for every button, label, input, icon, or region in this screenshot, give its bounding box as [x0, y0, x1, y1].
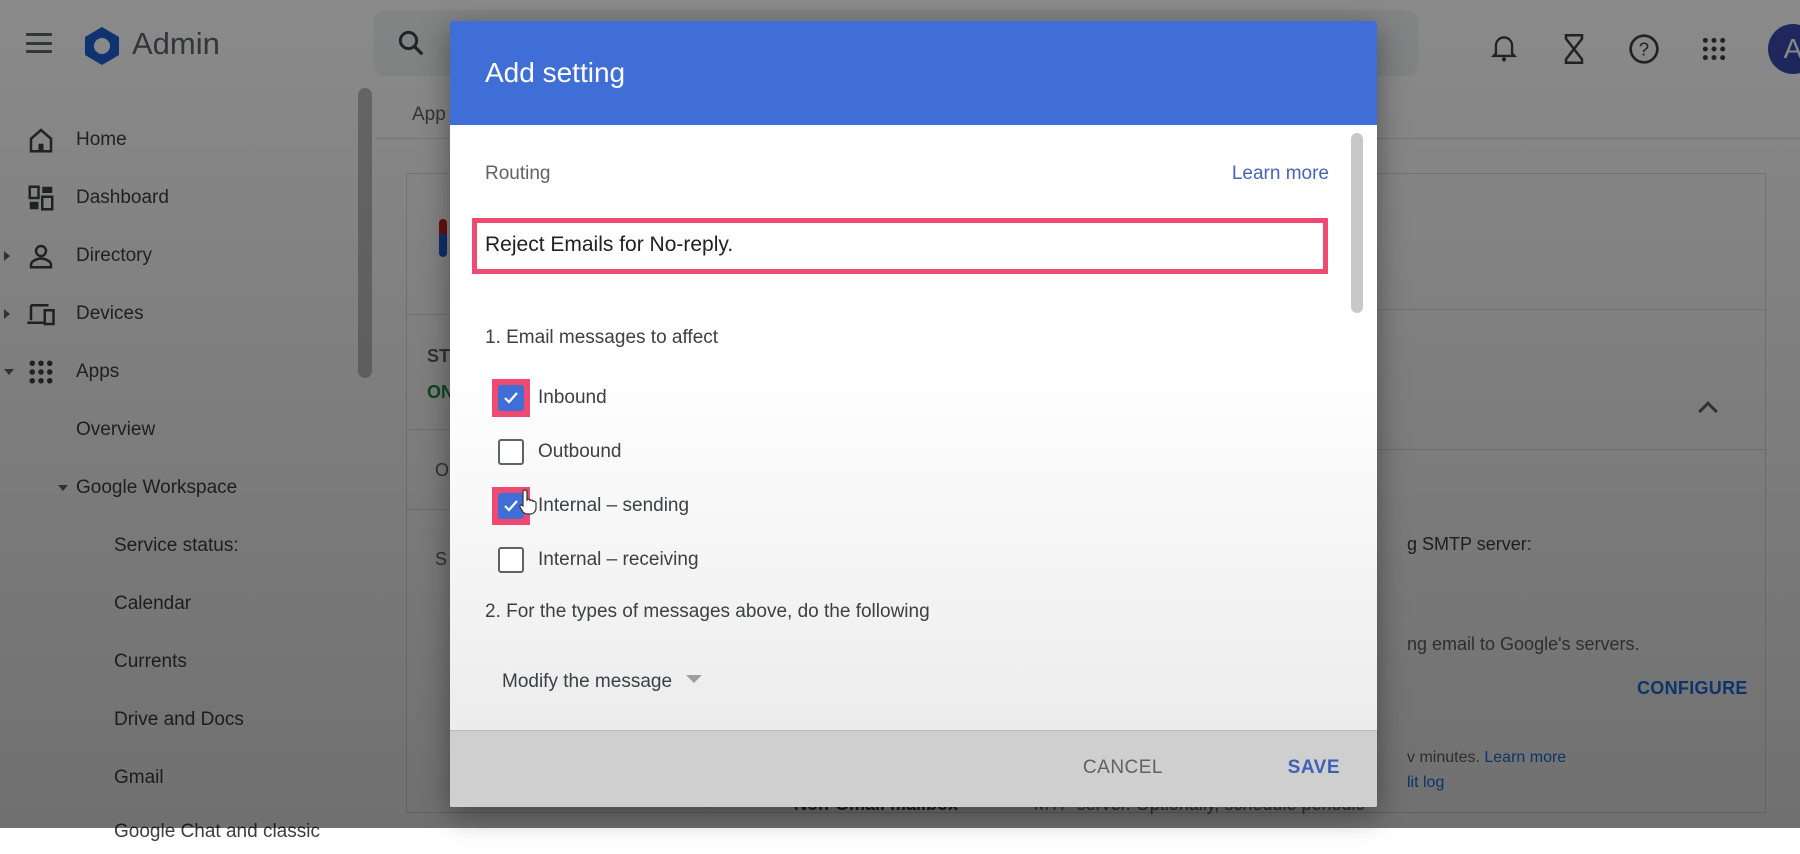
setting-name-input[interactable] — [485, 233, 1305, 257]
dialog-title: Add setting — [485, 57, 626, 88]
step-1-label: 1. Email messages to affect — [485, 327, 719, 348]
learn-more-link[interactable]: Learn more — [1232, 163, 1329, 185]
dialog-body: Routing Learn more 1. Email messages to … — [450, 125, 1377, 730]
checkbox[interactable] — [498, 385, 524, 411]
checkbox-outbound[interactable]: Outbound — [498, 432, 621, 472]
dialog-scrollbar[interactable] — [1351, 133, 1363, 313]
hand-cursor-icon — [519, 489, 537, 515]
dialog-header: Add setting — [450, 21, 1377, 125]
checkbox-inbound[interactable]: Inbound — [492, 378, 607, 418]
step-2-label: 2. For the types of messages above, do t… — [485, 601, 930, 622]
save-button[interactable]: SAVE — [1288, 757, 1340, 779]
check-icon — [504, 392, 518, 404]
dropdown-arrow-icon — [686, 675, 703, 683]
add-setting-dialog: Add setting Routing Learn more 1. Email … — [450, 21, 1377, 807]
checkbox[interactable] — [498, 547, 524, 573]
checkbox-internal-receiving[interactable]: Internal – receiving — [498, 540, 699, 580]
checkbox[interactable] — [498, 439, 524, 465]
routing-label: Routing — [485, 163, 551, 184]
cancel-button[interactable]: CANCEL — [1083, 757, 1163, 779]
action-select[interactable]: Modify the message — [502, 671, 703, 693]
dialog-footer: CANCEL SAVE — [450, 730, 1377, 807]
setting-name-highlight — [472, 218, 1328, 274]
